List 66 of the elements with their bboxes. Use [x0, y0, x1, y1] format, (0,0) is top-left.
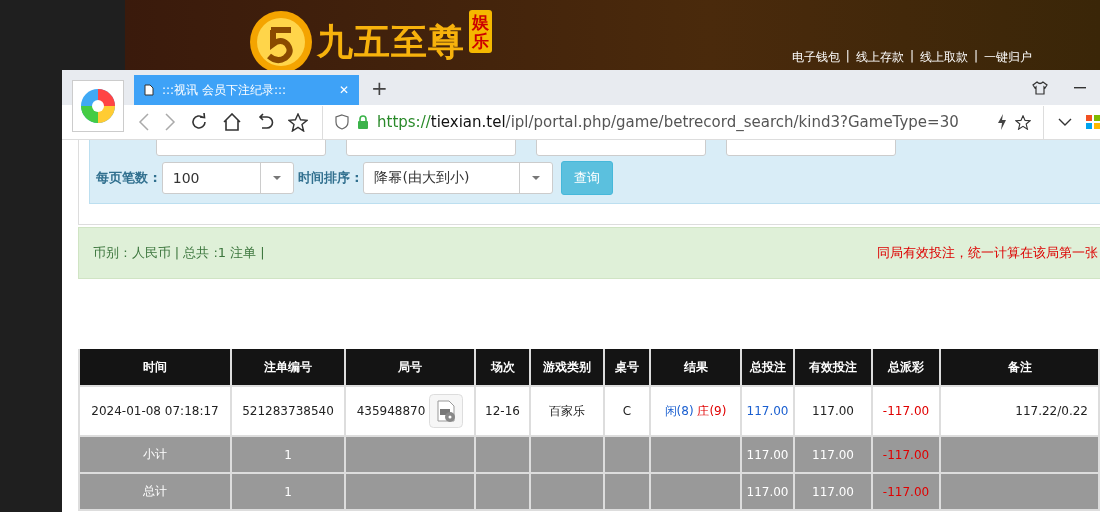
nav-link[interactable]: 线上取款: [919, 49, 968, 66]
field-label: 时间排序 :: [297, 169, 360, 187]
address-field[interactable]: https://tiexian.tel/ipl/portal.php/game/betrecord_search/kind3?GameType=30: [322, 105, 1044, 139]
column-header: 总投注: [741, 349, 794, 386]
table-cell: -117.00: [872, 473, 940, 510]
round-number: 435948870: [356, 404, 426, 418]
select-field[interactable]: 降幂(由大到小): [363, 162, 554, 194]
summary-text: 币别 : 人民币 | 总共 :1 注单 |: [93, 244, 265, 262]
table-cell: 117.00: [794, 436, 872, 473]
nav-link[interactable]: 电子钱包: [791, 49, 840, 66]
column-header: 游戏类别: [530, 349, 604, 386]
table-cell: 117.00: [794, 473, 872, 510]
reload-icon[interactable]: [190, 113, 208, 132]
table-cell: 117.00: [741, 436, 794, 473]
logo-text: 九五至尊: [317, 19, 465, 64]
url-text: https://tiexian.tel/ipl/portal.php/game/betrecord_search/kind3?GameType=30: [377, 113, 960, 132]
new-tab-button[interactable]: +: [371, 75, 388, 100]
logo-badge: 娱乐: [469, 10, 492, 54]
column-header: 局号: [345, 349, 475, 386]
column-header: 桌号: [604, 349, 650, 386]
table-cell: 百家乐: [530, 386, 604, 436]
column-header: 结果: [650, 349, 741, 386]
table-cell: 总计: [79, 473, 231, 510]
chevron-down-icon[interactable]: [1058, 118, 1072, 127]
table-cell: -117.00: [872, 436, 940, 473]
film-reel-icon[interactable]: [429, 394, 464, 428]
table-cell: -117.00: [872, 386, 940, 436]
column-header: 场次: [475, 349, 530, 386]
column-header: 备注: [940, 349, 1099, 386]
browser-logo-icon[interactable]: [72, 80, 124, 132]
nav-link[interactable]: 线上存款: [855, 49, 904, 66]
logo-icon: [249, 10, 313, 70]
table-cell: 117.00: [741, 473, 794, 510]
table-cell: 2024-01-08 07:18:17: [79, 386, 231, 436]
table-cell: 117.22/0.22: [940, 386, 1099, 436]
field-label: 每页笔数 :: [96, 169, 158, 187]
table-cell: 闲(8) 庄(9): [650, 386, 741, 436]
lightning-icon[interactable]: [997, 114, 1007, 131]
column-header: 有效投注: [794, 349, 872, 386]
nav-separator: |: [909, 49, 914, 65]
table-cell: 1: [231, 473, 345, 510]
column-header: 总派彩: [872, 349, 940, 386]
star-icon[interactable]: [1015, 114, 1031, 130]
table-cell: 小计: [79, 436, 231, 473]
minimize-icon[interactable]: [1074, 86, 1086, 89]
column-header: 注单编号: [231, 349, 345, 386]
page-icon: [144, 84, 154, 97]
notice-text: 同局有效投注，统一计算在该局第一张: [877, 244, 1098, 262]
shield-icon: [335, 114, 349, 131]
table-cell: 12-16: [475, 386, 530, 436]
column-header: 时间: [79, 349, 231, 386]
nav-link[interactable]: 一键归户: [984, 49, 1032, 66]
table-cell: C: [604, 386, 650, 436]
star-icon[interactable]: [288, 112, 308, 132]
shirt-icon[interactable]: [1032, 80, 1048, 95]
table-cell: 521283738540: [231, 386, 345, 436]
select-field[interactable]: 100: [161, 162, 294, 194]
table-cell: 117.00: [741, 386, 794, 436]
lock-icon: [357, 115, 369, 130]
table-cell: 117.00: [794, 386, 872, 436]
nav-separator: |: [973, 49, 978, 65]
undo-icon[interactable]: [256, 113, 274, 132]
table-cell: 1: [231, 436, 345, 473]
home-icon[interactable]: [222, 113, 242, 132]
nav-separator: |: [845, 49, 850, 65]
grid-icon[interactable]: [1086, 115, 1100, 130]
